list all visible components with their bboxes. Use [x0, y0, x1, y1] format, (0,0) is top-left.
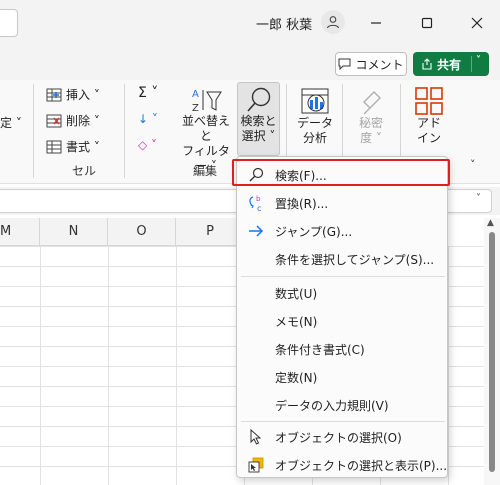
share-icon	[422, 58, 432, 70]
clear-button[interactable]: ◇ ˅	[138, 138, 157, 152]
svg-text:b: b	[256, 195, 261, 203]
column-header-o[interactable]: O	[108, 218, 176, 246]
menu-item-data-validation[interactable]: データの入力規則(V)	[241, 391, 445, 419]
menu-item-label: ジャンプ(G)...	[275, 224, 353, 239]
chevron-down-icon[interactable]: ˅	[476, 55, 481, 66]
addins-icon	[415, 87, 443, 115]
search-box[interactable]	[0, 9, 18, 37]
menu-item-selection-pane[interactable]: オブジェクトの選択と表示(P)...	[241, 451, 448, 479]
format-label: 書式 ˅	[66, 140, 100, 154]
delete-label: 削除 ˅	[66, 114, 100, 128]
find-select-menu: 検索(F)... bc 置換(R)... ジャンプ(G)... 条件を選択してジ…	[236, 156, 448, 478]
close-icon[interactable]	[462, 10, 492, 36]
menu-item-constants[interactable]: 定数(N)	[241, 363, 445, 391]
menu-item-conditional-formatting[interactable]: 条件付き書式(C)	[241, 335, 445, 363]
menu-separator	[241, 421, 445, 422]
cells-group-label: セル	[72, 164, 97, 178]
menu-item-label: 数式(U)	[275, 286, 318, 301]
ribbon-collapse-icon[interactable]: ˅	[470, 158, 476, 171]
menu-item-label: 置換(R)...	[275, 196, 329, 211]
column-header-m[interactable]: M	[0, 218, 40, 246]
find-select-content[interactable]: 検索と 選択 ˅	[237, 86, 280, 144]
data-analysis-icon	[301, 88, 329, 114]
menu-item-notes[interactable]: メモ(N)	[241, 307, 445, 335]
menu-item-label: データの入力規則(V)	[275, 398, 389, 413]
menu-item-replace[interactable]: bc 置換(R)...	[241, 189, 445, 217]
addins-label: アド イン	[416, 116, 441, 145]
autosum-button[interactable]: Σ ˅	[138, 85, 158, 101]
comment-button[interactable]: コメント	[335, 52, 407, 76]
menu-item-label: 条件付き書式(C)	[275, 342, 365, 357]
number-format-fragment[interactable]: 定 ˅	[0, 114, 22, 131]
editing-group-label: 編集	[193, 164, 218, 178]
share-button[interactable]: 共有 ˅	[413, 52, 489, 76]
menu-item-select-objects[interactable]: オブジェクトの選択(O)	[241, 423, 445, 451]
menu-item-label: メモ(N)	[275, 314, 318, 329]
replace-icon: bc	[247, 194, 265, 212]
menu-item-formulas[interactable]: 数式(U)	[241, 279, 445, 307]
svg-text:Z: Z	[192, 103, 199, 114]
person-icon[interactable]	[321, 10, 345, 34]
selection-pane-icon	[247, 456, 265, 474]
menu-item-label: 条件を選択してジャンプ(S)...	[275, 252, 435, 267]
svg-text:A: A	[192, 89, 199, 100]
sort-filter-icon: AZ	[192, 89, 222, 114]
scroll-thumb[interactable]	[489, 232, 495, 472]
sort-filter-button[interactable]: AZ 並べ替えと フィルター ˅	[178, 86, 234, 174]
sensitivity-label: 秘密 度 ˅	[358, 116, 383, 145]
menu-item-label: オブジェクトの選択(O)	[275, 430, 402, 445]
insert-cells-icon	[46, 88, 62, 101]
svg-text:c: c	[257, 204, 261, 212]
sensitivity-icon	[363, 91, 381, 115]
user-name: 一郎 秋葉	[256, 18, 313, 33]
delete-cells-icon	[46, 114, 62, 127]
minimize-icon[interactable]	[361, 10, 391, 36]
find-highlight-box	[232, 159, 450, 186]
scroll-up-icon[interactable]: ▲	[487, 218, 494, 228]
insert-button[interactable]: 挿入 ˅	[46, 86, 100, 103]
column-header-n[interactable]: N	[40, 218, 108, 246]
maximize-icon[interactable]	[412, 10, 442, 36]
menu-item-goto[interactable]: ジャンプ(G)...	[241, 217, 445, 245]
magnifier-icon	[246, 87, 270, 112]
vertical-scrollbar[interactable]: ▲	[484, 218, 500, 485]
arrow-right-icon	[247, 222, 265, 240]
sensitivity-button[interactable]: 秘密 度 ˅	[350, 86, 392, 146]
menu-item-label: オブジェクトの選択と表示(P)...	[275, 458, 448, 473]
data-analysis-button[interactable]: データ 分析	[292, 86, 338, 146]
fill-button[interactable]: ↓ ˅	[138, 112, 158, 126]
insert-label: 挿入 ˅	[66, 88, 100, 102]
share-divider	[471, 56, 472, 72]
group-separator	[33, 84, 34, 178]
cursor-icon	[247, 428, 265, 446]
data-analysis-label: データ 分析	[296, 116, 333, 145]
delete-button[interactable]: 削除 ˅	[46, 112, 100, 129]
share-label: 共有	[437, 57, 462, 72]
menu-separator	[241, 276, 445, 277]
menu-item-label: 定数(N)	[275, 370, 318, 385]
find-select-label: 検索と 選択 ˅	[240, 114, 277, 143]
column-header-p[interactable]: P	[176, 218, 244, 246]
comment-icon	[338, 58, 351, 70]
addins-button[interactable]: アド イン	[408, 86, 450, 146]
comment-label: コメント	[355, 57, 404, 72]
formula-expand-icon[interactable]: ˅	[476, 193, 481, 204]
menu-item-goto-special[interactable]: 条件を選択してジャンプ(S)...	[241, 245, 445, 273]
format-button[interactable]: 書式 ˅	[46, 138, 100, 155]
format-cells-icon	[46, 140, 62, 153]
group-separator	[124, 84, 125, 178]
